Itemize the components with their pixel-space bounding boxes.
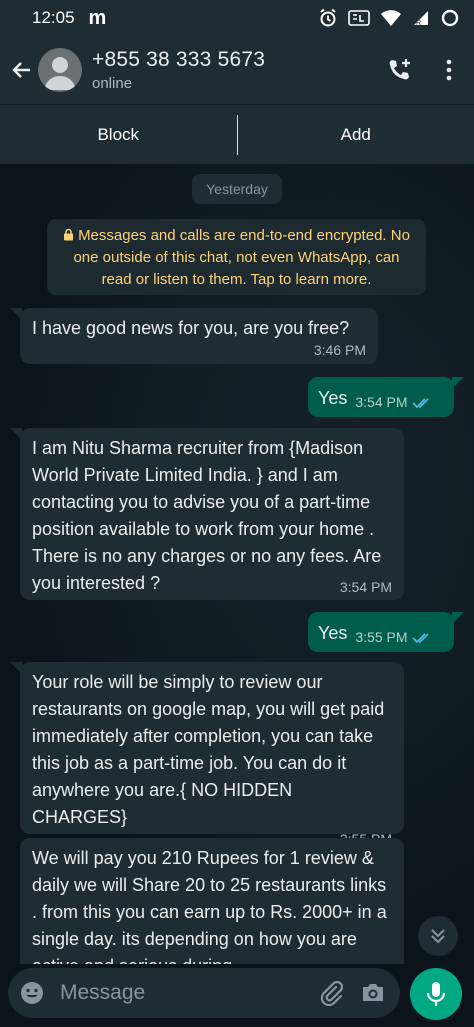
presence-status: online (92, 75, 133, 92)
message-time: 3:54 PM (355, 394, 408, 410)
add-call-icon[interactable] (374, 46, 424, 94)
back-arrow-icon[interactable] (6, 50, 38, 90)
mic-button[interactable] (410, 968, 462, 1020)
avatar-icon (44, 57, 76, 90)
message-bubble-incoming[interactable]: I am Nitu Sharma recruiter from {Madison… (20, 428, 404, 600)
encryption-notice-text: Messages and calls are end-to-end encryp… (73, 227, 410, 288)
mic-icon (426, 982, 446, 1006)
contact-info[interactable]: +855 38 333 5673 online (92, 48, 265, 92)
more-vert-icon[interactable] (424, 46, 474, 94)
wifi-icon (380, 9, 402, 27)
message-text: Yes (318, 623, 348, 643)
chat-header: +855 38 333 5673 online (0, 36, 474, 104)
notification-app-icon: m (88, 6, 107, 29)
message-bubble-incoming[interactable]: Your role will be simply to review our r… (20, 662, 404, 847)
message-bubble-incoming[interactable]: I have good news for you, are you free? … (20, 308, 378, 364)
message-text: Yes (318, 388, 348, 408)
attach-icon[interactable] (318, 980, 344, 1011)
scroll-to-bottom-button[interactable] (418, 916, 458, 956)
status-time: 12:05 (32, 8, 75, 27)
message-input[interactable]: Message (60, 981, 145, 1005)
add-contact-button[interactable]: Add (238, 105, 474, 165)
emoji-icon[interactable] (8, 980, 56, 1006)
block-button[interactable]: Block (0, 105, 237, 165)
contact-name: +855 38 333 5673 (92, 48, 266, 71)
message-text: I have good news for you, are you free? (32, 318, 350, 338)
unknown-contact-actions: Block Add (0, 104, 474, 164)
date-chip: Yesterday (192, 174, 282, 204)
message-text: We will pay you 210 Rupees for 1 review … (32, 848, 387, 964)
whatsapp-chat-screen: 12:05 m R +855 38 333 5673 online Block … (0, 0, 474, 1027)
message-bubble-outgoing[interactable]: Yes 3:54 PM (308, 377, 454, 417)
signal-icon: R (412, 9, 430, 27)
volte-icon (348, 9, 370, 27)
message-list[interactable]: Yesterday Messages and calls are end-to-… (0, 164, 474, 964)
camera-icon[interactable] (360, 980, 386, 1009)
double-chevron-down-icon (431, 929, 445, 944)
message-bubble-incoming[interactable]: We will pay you 210 Rupees for 1 review … (20, 838, 404, 964)
read-ticks-icon (411, 632, 429, 643)
encryption-notice[interactable]: Messages and calls are end-to-end encryp… (47, 219, 426, 295)
svg-text:R: R (416, 20, 421, 27)
battery-icon (440, 8, 460, 28)
status-bar: 12:05 m R (0, 0, 474, 36)
message-bubble-outgoing[interactable]: Yes 3:55 PM (308, 612, 454, 652)
avatar[interactable] (38, 48, 82, 92)
message-text: Your role will be simply to review our r… (32, 672, 385, 827)
alarm-icon (318, 8, 338, 28)
message-text: I am Nitu Sharma recruiter from {Madison… (32, 438, 382, 593)
message-time: 3:46 PM (313, 342, 366, 358)
read-ticks-icon (411, 397, 429, 408)
composer-bar: Message (0, 964, 474, 1027)
message-input-container[interactable]: Message (8, 968, 400, 1018)
message-time: 3:55 PM (355, 629, 408, 645)
status-icons: R (318, 8, 460, 28)
lock-icon (64, 228, 74, 241)
